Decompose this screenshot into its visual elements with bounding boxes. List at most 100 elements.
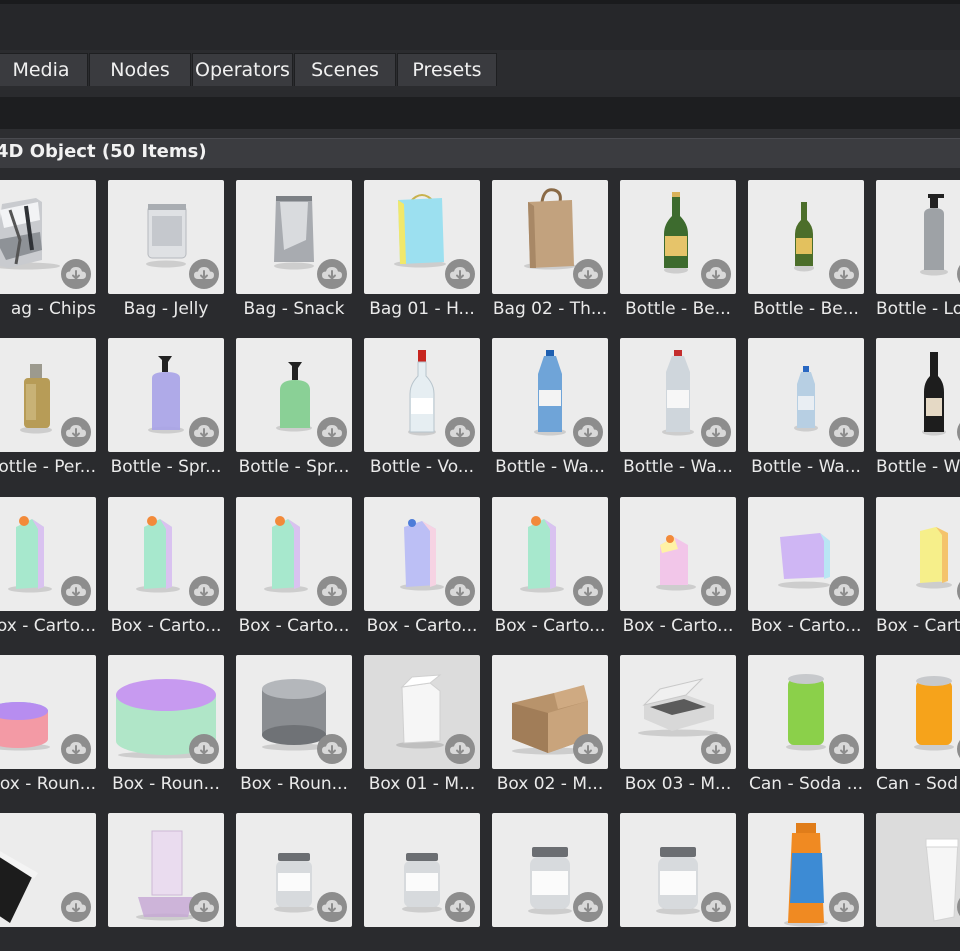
download-button[interactable]	[829, 734, 859, 764]
download-button[interactable]	[61, 892, 91, 922]
download-button[interactable]	[573, 576, 603, 606]
download-button[interactable]	[829, 259, 859, 289]
asset-tile[interactable]: Bag 02 - Th...	[492, 168, 608, 319]
download-button[interactable]	[317, 417, 347, 447]
asset-tile[interactable]: Box 01 - M...	[364, 643, 480, 794]
asset-thumbnail[interactable]	[364, 180, 480, 294]
asset-thumbnail[interactable]	[620, 813, 736, 927]
download-button[interactable]	[445, 576, 475, 606]
tab-operators[interactable]: Operators	[192, 53, 293, 86]
download-button[interactable]	[829, 417, 859, 447]
asset-tile[interactable]	[620, 801, 736, 951]
asset-thumbnail[interactable]	[748, 497, 864, 611]
download-button[interactable]	[701, 892, 731, 922]
asset-tile[interactable]: Can - Soda ...	[748, 643, 864, 794]
tab-scenes[interactable]: Scenes	[294, 53, 396, 86]
asset-thumbnail[interactable]	[108, 497, 224, 611]
asset-tile[interactable]: Bottle - Wa...	[748, 326, 864, 477]
asset-thumbnail[interactable]	[108, 655, 224, 769]
asset-thumbnail[interactable]	[108, 180, 224, 294]
asset-tile[interactable]: Bag - Jelly	[108, 168, 224, 319]
download-button[interactable]	[445, 734, 475, 764]
asset-tile[interactable]: Box - Carto...	[748, 485, 864, 636]
download-button[interactable]	[573, 734, 603, 764]
asset-thumbnail[interactable]	[364, 655, 480, 769]
asset-thumbnail[interactable]	[492, 338, 608, 452]
asset-tile[interactable]: Box 03 - M...	[620, 643, 736, 794]
asset-thumbnail[interactable]	[876, 497, 960, 611]
asset-tile[interactable]: Can - Sod	[876, 643, 960, 794]
asset-thumbnail[interactable]	[0, 338, 96, 452]
asset-tile[interactable]: Bottle - Wa...	[620, 326, 736, 477]
asset-thumbnail[interactable]	[364, 813, 480, 927]
download-button[interactable]	[445, 417, 475, 447]
asset-tile[interactable]: ox - Roun...	[0, 643, 96, 794]
asset-tile[interactable]: Bottle - Spr...	[108, 326, 224, 477]
asset-tile[interactable]	[748, 801, 864, 951]
asset-tile[interactable]: ox - Carto...	[0, 485, 96, 636]
asset-tile[interactable]	[492, 801, 608, 951]
asset-thumbnail[interactable]	[0, 180, 96, 294]
asset-thumbnail[interactable]	[108, 813, 224, 927]
download-button[interactable]	[317, 734, 347, 764]
download-button[interactable]	[189, 259, 219, 289]
asset-tile[interactable]	[876, 801, 960, 951]
asset-tile[interactable]: Bottle - Wa...	[492, 326, 608, 477]
asset-tile[interactable]: Box - Carto...	[236, 485, 352, 636]
download-button[interactable]	[61, 259, 91, 289]
asset-thumbnail[interactable]	[236, 338, 352, 452]
asset-thumbnail[interactable]	[492, 655, 608, 769]
asset-thumbnail[interactable]	[236, 655, 352, 769]
asset-tile[interactable]: Box - Roun...	[108, 643, 224, 794]
asset-tile[interactable]: ottle - Per...	[0, 326, 96, 477]
asset-tile[interactable]: Box - Carto...	[492, 485, 608, 636]
download-button[interactable]	[189, 417, 219, 447]
asset-thumbnail[interactable]	[748, 338, 864, 452]
asset-thumbnail[interactable]	[748, 813, 864, 927]
asset-thumbnail[interactable]	[236, 497, 352, 611]
download-button[interactable]	[573, 417, 603, 447]
asset-thumbnail[interactable]	[620, 655, 736, 769]
asset-thumbnail[interactable]	[0, 497, 96, 611]
download-button[interactable]	[317, 576, 347, 606]
asset-tile[interactable]	[364, 801, 480, 951]
download-button[interactable]	[189, 734, 219, 764]
asset-thumbnail[interactable]	[620, 497, 736, 611]
asset-tile[interactable]: Bottle - Be...	[748, 168, 864, 319]
asset-tile[interactable]: Box - Roun...	[236, 643, 352, 794]
tab-presets[interactable]: Presets	[397, 53, 497, 86]
download-button[interactable]	[61, 576, 91, 606]
tab-media[interactable]: Media	[0, 53, 88, 86]
asset-thumbnail[interactable]	[364, 338, 480, 452]
asset-tile[interactable]	[0, 801, 96, 951]
asset-thumbnail[interactable]	[748, 655, 864, 769]
asset-tile[interactable]: Bottle - Vo...	[364, 326, 480, 477]
download-button[interactable]	[829, 576, 859, 606]
asset-tile[interactable]: Box 02 - M...	[492, 643, 608, 794]
download-button[interactable]	[701, 576, 731, 606]
download-button[interactable]	[829, 892, 859, 922]
download-button[interactable]	[573, 892, 603, 922]
download-button[interactable]	[445, 259, 475, 289]
asset-thumbnail[interactable]	[620, 338, 736, 452]
asset-thumbnail[interactable]	[492, 497, 608, 611]
asset-tile[interactable]: ag - Chips	[0, 168, 96, 319]
filter-bar[interactable]	[0, 97, 960, 129]
asset-thumbnail[interactable]	[108, 338, 224, 452]
asset-tile[interactable]: Bottle - Spr...	[236, 326, 352, 477]
asset-tile[interactable]: Bottle - W	[876, 326, 960, 477]
asset-tile[interactable]	[236, 801, 352, 951]
asset-tile[interactable]: Bottle - Lo	[876, 168, 960, 319]
download-button[interactable]	[701, 734, 731, 764]
download-button[interactable]	[61, 734, 91, 764]
asset-tile[interactable]: Box - Carto...	[620, 485, 736, 636]
asset-thumbnail[interactable]	[620, 180, 736, 294]
asset-thumbnail[interactable]	[876, 813, 960, 927]
download-button[interactable]	[317, 892, 347, 922]
asset-tile[interactable]: Box - Carto...	[364, 485, 480, 636]
download-button[interactable]	[317, 259, 347, 289]
download-button[interactable]	[701, 259, 731, 289]
asset-thumbnail[interactable]	[748, 180, 864, 294]
asset-thumbnail[interactable]	[876, 338, 960, 452]
asset-thumbnail[interactable]	[0, 655, 96, 769]
